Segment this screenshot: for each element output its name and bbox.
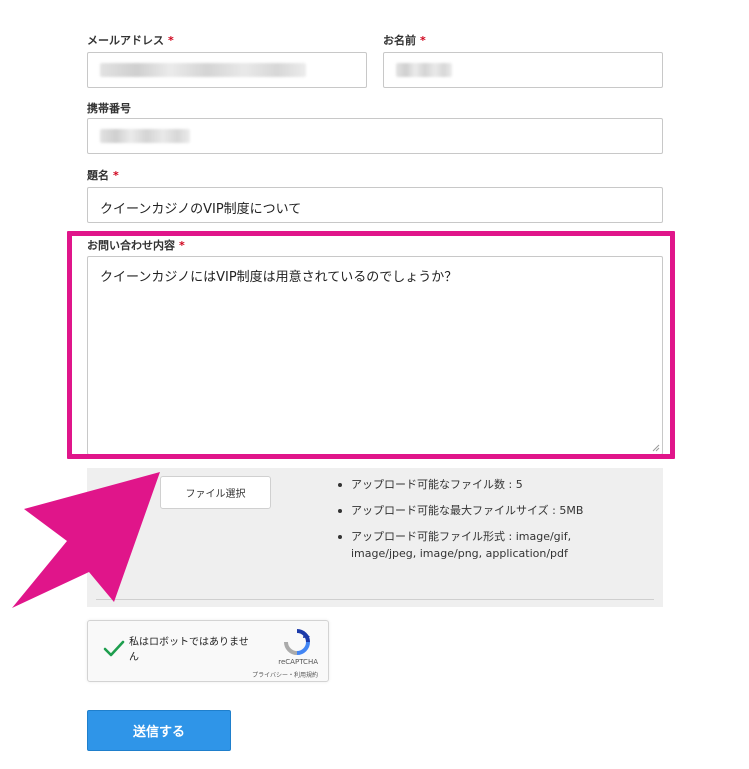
file-select-button[interactable]: ファイル選択 [160,476,271,509]
recaptcha-label: 私はロボットではありません [129,637,249,663]
subject-field[interactable]: クイーンカジノのVIP制度について [87,187,663,223]
redacted-email [100,63,306,77]
highlight-box [67,231,675,459]
list-item: アップロード可能ファイル形式 : image/gif, image/jpeg, … [334,528,634,562]
recaptcha-widget: 私はロボットではありません reCAPTCHA プライバシー・利用規約 [87,620,329,682]
list-item: アップロード可能なファイル数 : 5 [334,476,634,493]
recaptcha-links[interactable]: プライバシー・利用規約 [252,670,318,679]
redacted-phone [100,129,190,143]
upload-info-list: アップロード可能なファイル数 : 5 アップロード可能な最大ファイルサイズ : … [334,476,634,571]
redacted-name [396,63,452,77]
phone-field[interactable] [87,118,663,154]
required-mark: * [168,34,174,47]
list-item: アップロード可能な最大ファイルサイズ : 5MB [334,502,634,519]
name-label: お名前 * [383,34,426,47]
email-label: メールアドレス * [87,34,174,47]
arrow-icon [12,472,160,608]
divider [96,599,654,600]
subject-value: クイーンカジノのVIP制度について [100,202,302,217]
phone-label: 携帯番号 [87,102,131,115]
submit-button[interactable]: 送信する [87,710,231,751]
required-mark: * [420,34,426,47]
name-field[interactable] [383,52,663,88]
subject-label: 題名 * [87,169,119,182]
recaptcha-brand: reCAPTCHA [278,658,318,666]
checkmark-icon[interactable] [103,640,125,658]
recaptcha-logo-icon [284,629,310,655]
email-field[interactable] [87,52,367,88]
required-mark: * [113,169,119,182]
